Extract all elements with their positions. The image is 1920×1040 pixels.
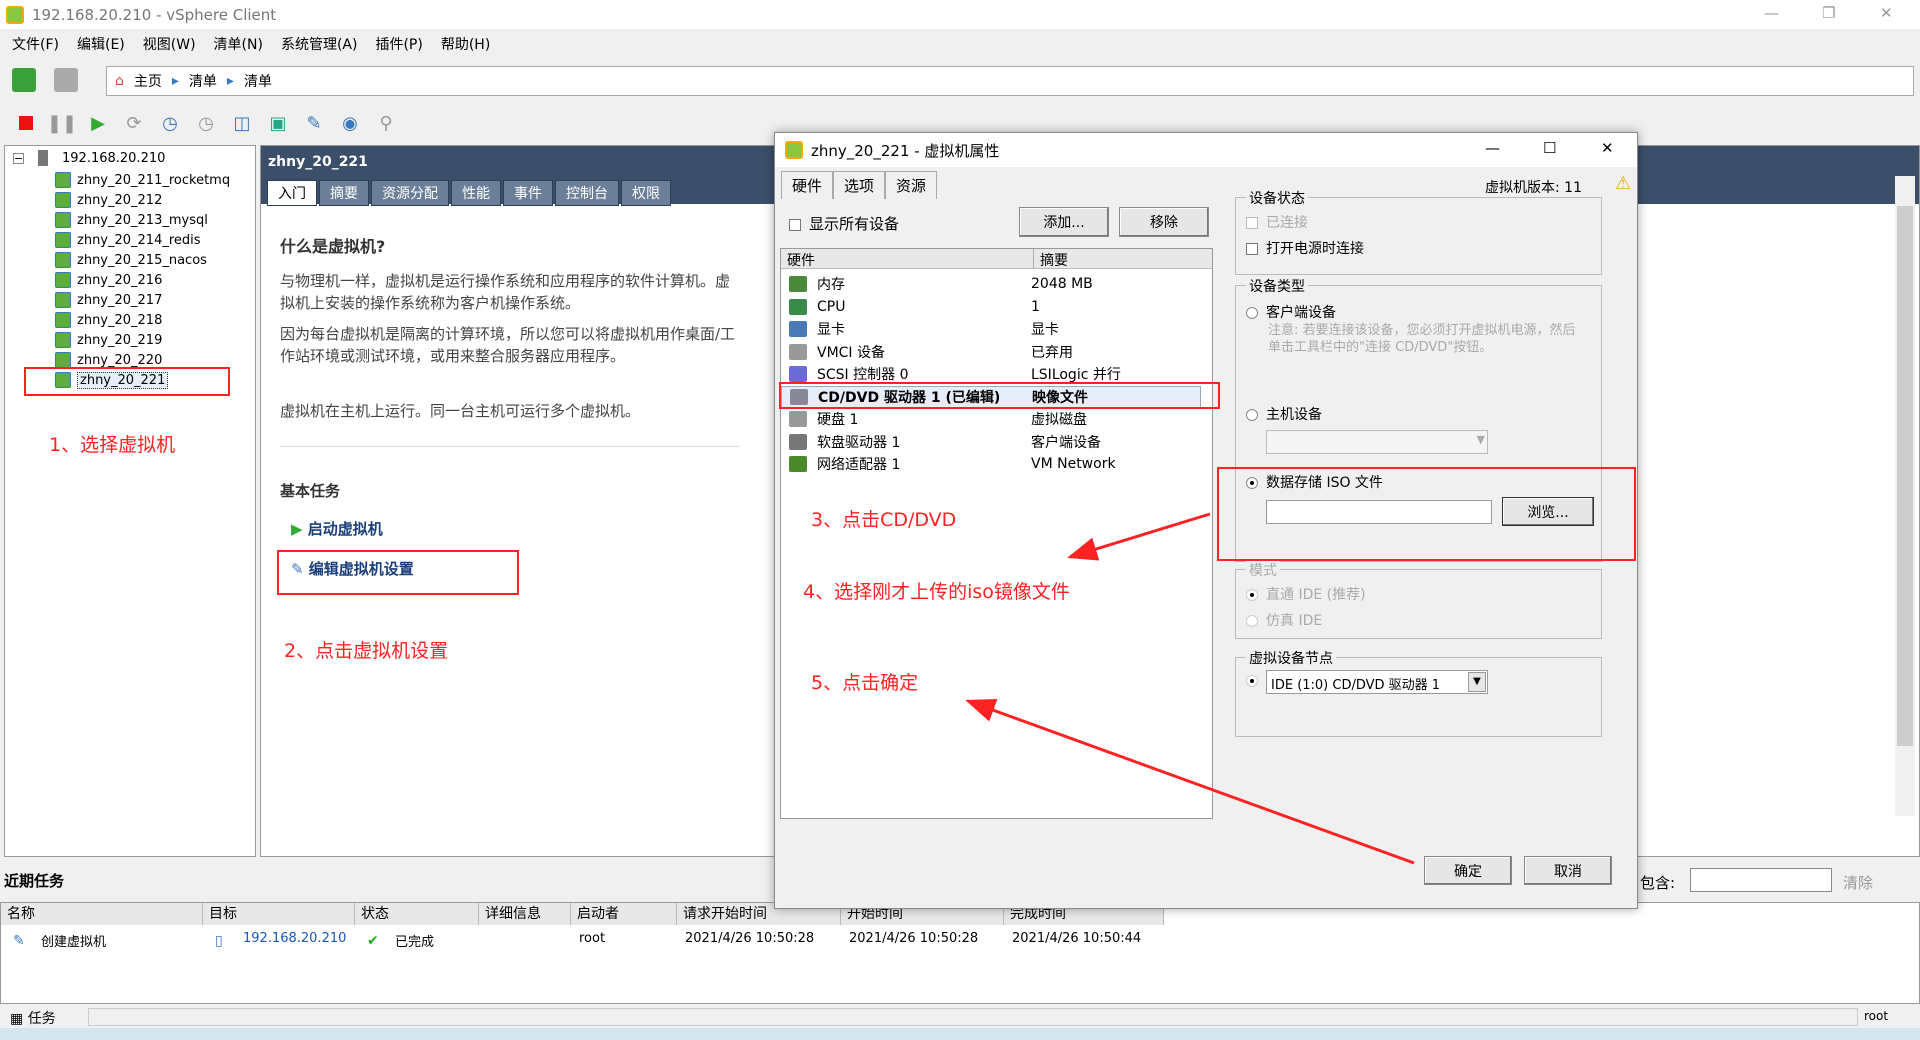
arrow-step-4 xyxy=(1067,512,1211,561)
arrow-step-5 xyxy=(965,698,1415,865)
annotation-arrows xyxy=(965,512,1415,865)
